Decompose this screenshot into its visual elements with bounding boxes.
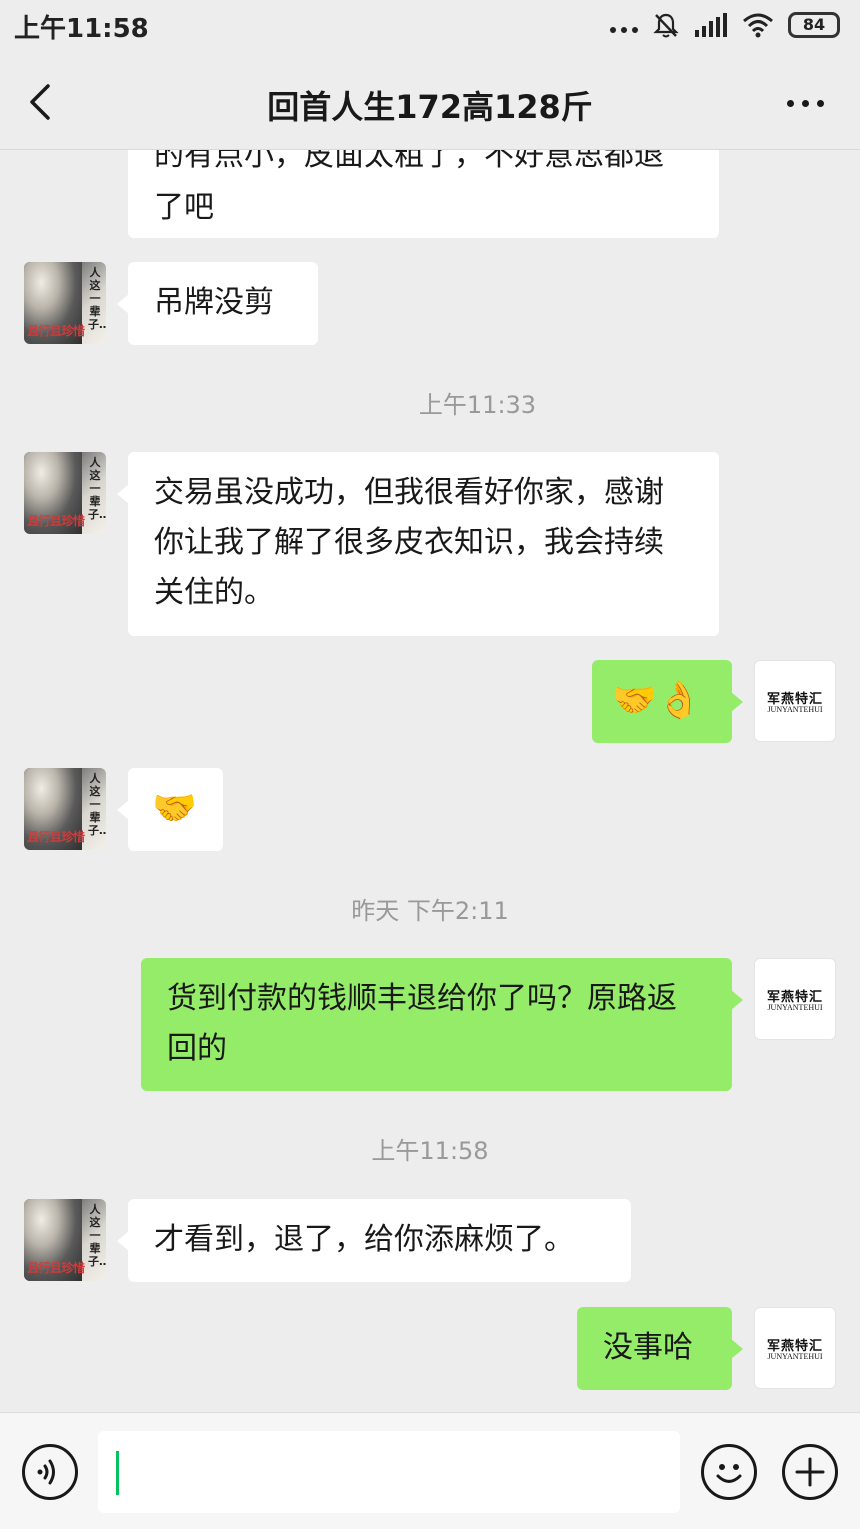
- status-time: 上午11:58: [14, 14, 149, 44]
- avatar-logo-text: JUNYANTEHUI: [767, 1352, 823, 1361]
- voice-icon: [37, 1459, 55, 1485]
- message-input[interactable]: [98, 1431, 680, 1513]
- message-bubble-incoming[interactable]: 🤝: [117, 768, 223, 851]
- message-text: 才看到，退了，给你添麻烦了。: [154, 1222, 574, 1257]
- mute-icon: [653, 13, 679, 38]
- emoji-icon: [716, 1464, 742, 1483]
- message-bubble-outgoing[interactable]: 没事哈: [577, 1307, 743, 1390]
- signal-icon: [695, 13, 727, 37]
- text-caret: [116, 1451, 119, 1495]
- message-emoji: 🤝: [152, 788, 197, 829]
- my-avatar[interactable]: 军燕特汇 JUNYANTEHUI: [754, 1307, 836, 1389]
- more-dots-icon: [610, 27, 638, 33]
- voice-button[interactable]: [22, 1444, 78, 1500]
- more-dots-icon: [786, 99, 794, 107]
- avatar-caption: 人这一辈子…: [88, 772, 106, 837]
- emoji-button[interactable]: [701, 1444, 757, 1500]
- message-text: 交易虽没成功，但我很看好你家，感谢你让我了解了很多皮衣知识，我会持续关住的。: [154, 475, 664, 610]
- timestamp: 上午11:58: [371, 1137, 489, 1165]
- battery-icon: 84: [788, 12, 840, 38]
- avatar-caption: 且行且珍惜: [27, 514, 85, 528]
- message-text: 没事哈: [603, 1330, 693, 1365]
- message-bubble-incoming[interactable]: 交易虽没成功，但我很看好你家，感谢你让我了解了很多皮衣知识，我会持续关住的。: [117, 452, 719, 636]
- message-text: 货到付款的钱顺丰退给你了吗？原路返回的: [167, 981, 677, 1066]
- timestamp: 上午11:33: [418, 391, 537, 419]
- avatar-caption: 且行且珍惜: [27, 324, 85, 338]
- message-bubble-outgoing[interactable]: 🤝👌: [592, 660, 743, 743]
- message-emoji: 🤝👌: [612, 680, 702, 721]
- more-options-button[interactable]: [780, 88, 830, 118]
- message-text: 吊牌没剪: [154, 285, 274, 320]
- message-list[interactable]: 的有点小，皮面太粗了，不好意思都退了吧 人这一辈子… 且行且珍惜 吊牌没剪 上午…: [0, 0, 860, 1412]
- wifi-icon: [743, 13, 773, 38]
- contact-avatar[interactable]: 人这一辈子… 且行且珍惜: [24, 452, 106, 534]
- status-icons: 84: [610, 11, 840, 39]
- contact-avatar[interactable]: 人这一辈子… 且行且珍惜: [24, 768, 106, 850]
- plus-icon: [795, 1457, 825, 1487]
- avatar-caption: 人这一辈子…: [88, 1203, 106, 1268]
- plus-button[interactable]: [782, 1444, 838, 1500]
- avatar-caption: 且行且珍惜: [27, 1261, 85, 1275]
- status-bar: 上午11:58 84: [0, 0, 860, 52]
- avatar-caption: 人这一辈子…: [88, 266, 106, 331]
- input-bar: [0, 1412, 860, 1529]
- timestamp: 昨天 下午2:11: [351, 897, 509, 925]
- avatar-logo-text: JUNYANTEHUI: [767, 1003, 823, 1012]
- avatar-caption: 人这一辈子…: [88, 456, 106, 521]
- message-bubble-incoming[interactable]: 吊牌没剪: [117, 262, 318, 345]
- chat-header: 回首人生172高128斤: [0, 52, 860, 150]
- message-bubble-outgoing[interactable]: 货到付款的钱顺丰退给你了吗？原路返回的: [141, 958, 743, 1091]
- chat-title: 回首人生172高128斤: [267, 88, 593, 126]
- message-bubble-incoming[interactable]: 才看到，退了，给你添麻烦了。: [117, 1199, 631, 1282]
- avatar-caption: 且行且珍惜: [27, 830, 85, 844]
- avatar-logo-text: JUNYANTEHUI: [767, 705, 823, 714]
- my-avatar[interactable]: 军燕特汇 JUNYANTEHUI: [754, 958, 836, 1040]
- contact-avatar[interactable]: 人这一辈子… 且行且珍惜: [24, 1199, 106, 1281]
- my-avatar[interactable]: 军燕特汇 JUNYANTEHUI: [754, 660, 836, 742]
- contact-avatar[interactable]: 人这一辈子… 且行且珍惜: [24, 262, 106, 344]
